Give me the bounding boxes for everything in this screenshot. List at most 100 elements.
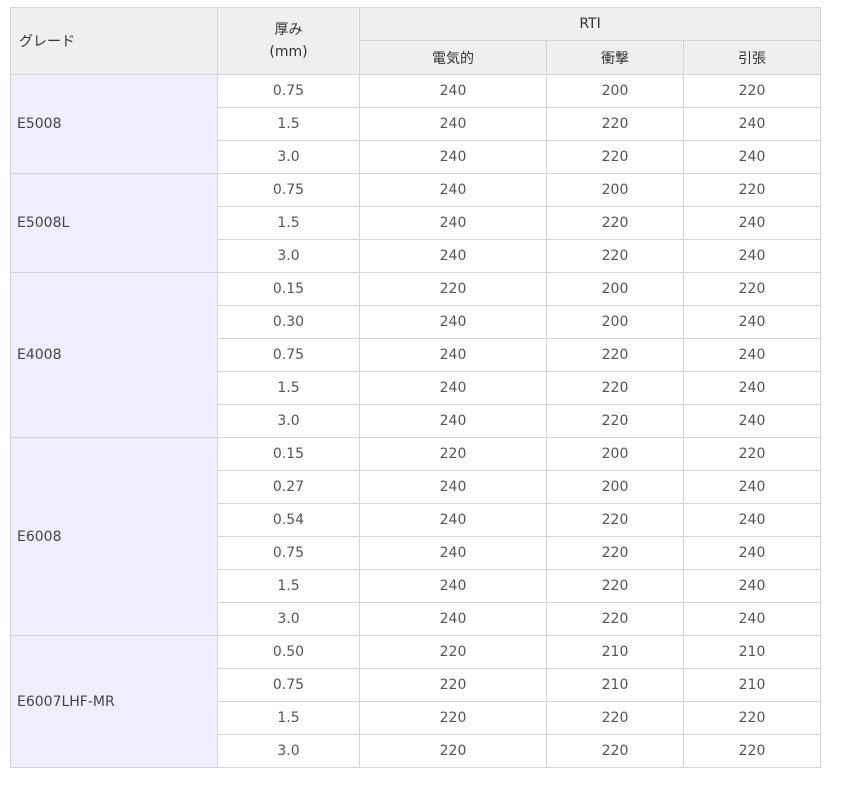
thickness-cell: 1.5 xyxy=(217,206,360,240)
electrical-cell: 240 xyxy=(359,536,547,570)
header-tensile: 引張 xyxy=(682,40,822,75)
tensile-cell: 240 xyxy=(682,569,822,603)
impact-cell: 220 xyxy=(546,206,684,240)
electrical-cell: 240 xyxy=(359,74,547,108)
tensile-cell: 220 xyxy=(682,701,822,735)
grade-cell: E4008 xyxy=(10,272,218,438)
thickness-cell: 1.5 xyxy=(217,569,360,603)
tensile-cell: 210 xyxy=(682,668,822,702)
table-row: E6007LHF-MR 0.50 220 210 210 xyxy=(10,635,822,768)
impact-cell: 220 xyxy=(546,371,684,405)
electrical-cell: 240 xyxy=(359,338,547,372)
electrical-cell: 240 xyxy=(359,305,547,339)
impact-cell: 200 xyxy=(546,272,684,306)
header-impact: 衝撃 xyxy=(546,40,684,75)
impact-cell: 200 xyxy=(546,74,684,108)
thickness-cell: 3.0 xyxy=(217,404,360,438)
electrical-cell: 240 xyxy=(359,602,547,636)
tensile-cell: 220 xyxy=(682,734,822,768)
electrical-cell: 220 xyxy=(359,701,547,735)
table-row: E5008 0.75 240 200 220 xyxy=(10,74,822,174)
grade-cell: E6007LHF-MR xyxy=(10,635,218,768)
electrical-cell: 220 xyxy=(359,437,547,471)
electrical-cell: 240 xyxy=(359,404,547,438)
tensile-cell: 240 xyxy=(682,602,822,636)
thickness-cell: 1.5 xyxy=(217,371,360,405)
impact-cell: 220 xyxy=(546,503,684,537)
tensile-cell: 240 xyxy=(682,140,822,174)
thickness-cell: 0.54 xyxy=(217,503,360,537)
header-thickness: 厚み (mm) xyxy=(217,7,360,75)
grade-cell: E5008L xyxy=(10,173,218,273)
electrical-cell: 240 xyxy=(359,107,547,141)
thickness-cell: 0.27 xyxy=(217,470,360,504)
thickness-cell: 0.75 xyxy=(217,173,360,207)
impact-cell: 200 xyxy=(546,470,684,504)
impact-cell: 220 xyxy=(546,404,684,438)
thickness-cell: 3.0 xyxy=(217,602,360,636)
thickness-cell: 0.50 xyxy=(217,635,360,669)
thickness-cell: 0.30 xyxy=(217,305,360,339)
electrical-cell: 220 xyxy=(359,668,547,702)
impact-cell: 220 xyxy=(546,734,684,768)
tensile-cell: 240 xyxy=(682,503,822,537)
electrical-cell: 240 xyxy=(359,503,547,537)
thickness-cell: 0.15 xyxy=(217,437,360,471)
impact-cell: 200 xyxy=(546,437,684,471)
electrical-cell: 240 xyxy=(359,470,547,504)
electrical-cell: 240 xyxy=(359,140,547,174)
table-header: グレード 厚み (mm) RTI 電気的 衝撃 引張 xyxy=(10,7,822,75)
electrical-cell: 240 xyxy=(359,206,547,240)
thickness-cell: 3.0 xyxy=(217,239,360,273)
tensile-cell: 240 xyxy=(682,107,822,141)
table-row: E4008 0.15 220 200 220 xyxy=(10,272,822,438)
tensile-cell: 220 xyxy=(682,173,822,207)
tensile-cell: 240 xyxy=(682,404,822,438)
tensile-cell: 240 xyxy=(682,536,822,570)
tensile-cell: 220 xyxy=(682,272,822,306)
tensile-cell: 240 xyxy=(682,371,822,405)
impact-cell: 220 xyxy=(546,140,684,174)
grade-cell: E6008 xyxy=(10,437,218,636)
header-rti: RTI xyxy=(358,7,822,41)
impact-cell: 220 xyxy=(546,338,684,372)
tensile-cell: 220 xyxy=(682,437,822,471)
table-row: E5008L 0.75 240 200 220 xyxy=(10,173,822,273)
tensile-cell: 240 xyxy=(682,239,822,273)
header-thickness-label: 厚み xyxy=(274,22,303,38)
header-electrical: 電気的 xyxy=(359,40,547,75)
tensile-cell: 240 xyxy=(682,338,822,372)
electrical-cell: 240 xyxy=(359,239,547,273)
tensile-cell: 240 xyxy=(682,206,822,240)
electrical-cell: 220 xyxy=(359,272,547,306)
table-row: E6008 0.15 220 200 220 xyxy=(10,437,822,636)
electrical-cell: 220 xyxy=(359,734,547,768)
rti-table: グレード 厚み (mm) RTI 電気的 衝撃 引張 E5008 0.75 240 2… xyxy=(10,7,822,768)
impact-cell: 220 xyxy=(546,536,684,570)
impact-cell: 220 xyxy=(546,107,684,141)
impact-cell: 200 xyxy=(546,173,684,207)
tensile-cell: 210 xyxy=(682,635,822,669)
header-grade: グレード xyxy=(10,7,218,75)
thickness-cell: 0.75 xyxy=(217,338,360,372)
impact-cell: 220 xyxy=(546,569,684,603)
impact-cell: 210 xyxy=(546,668,684,702)
impact-cell: 220 xyxy=(546,701,684,735)
table-body: E5008 0.75 240 200 220 1.5 240 220 240 3.0 240 220 2… xyxy=(10,74,822,768)
thickness-cell: 3.0 xyxy=(217,140,360,174)
thickness-cell: 1.5 xyxy=(217,107,360,141)
thickness-cell: 0.75 xyxy=(217,74,360,108)
electrical-cell: 240 xyxy=(359,371,547,405)
thickness-cell: 0.75 xyxy=(217,668,360,702)
thickness-cell: 1.5 xyxy=(217,701,360,735)
thickness-cell: 3.0 xyxy=(217,734,360,768)
electrical-cell: 220 xyxy=(359,635,547,669)
tensile-cell: 240 xyxy=(682,470,822,504)
impact-cell: 210 xyxy=(546,635,684,669)
electrical-cell: 240 xyxy=(359,173,547,207)
rti-table-container: グレード 厚み (mm) RTI 電気的 衝撃 引張 E5008 0.75 240 2… xyxy=(10,7,822,768)
thickness-cell: 0.75 xyxy=(217,536,360,570)
thickness-cell: 0.15 xyxy=(217,272,360,306)
impact-cell: 220 xyxy=(546,602,684,636)
header-thickness-unit: (mm) xyxy=(269,44,308,60)
